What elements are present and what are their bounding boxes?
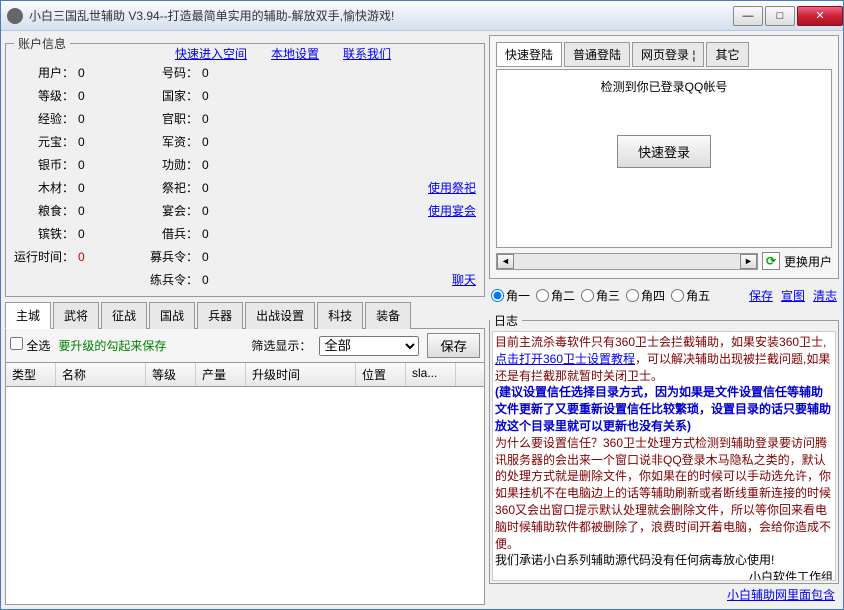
account-panel: 账户信息 快速进入空间 本地设置 联系我们 用户：0 等级：0 经验：0 元宝：0 银币…	[5, 35, 485, 297]
corner-radio[interactable]: 角一	[491, 287, 530, 304]
main-tab[interactable]: 征战	[101, 302, 147, 329]
table-header: 类型名称等级产量升级时间位置sla...	[5, 363, 485, 387]
account-row: 木材：0	[14, 179, 108, 196]
main-tab[interactable]: 装备	[365, 302, 411, 329]
main-tab[interactable]: 兵器	[197, 302, 243, 329]
minimize-button[interactable]: —	[733, 6, 763, 26]
app-window: 小白三国乱世辅助 V3.94--打造最简单实用的辅助-解放双手,愉快游戏! — …	[0, 0, 844, 610]
save-button[interactable]: 保存	[427, 333, 480, 358]
titlebar[interactable]: 小白三国乱世辅助 V3.94--打造最简单实用的辅助-解放双手,愉快游戏! — …	[1, 1, 843, 31]
log-legend: 日志	[490, 312, 522, 329]
account-link[interactable]: 使用祭祀	[428, 179, 476, 196]
close-button[interactable]: ✕	[797, 6, 843, 26]
account-row: 号码：0	[138, 64, 476, 81]
table-header-cell[interactable]: 位置	[356, 363, 406, 386]
main-tabs: 主城武将征战国战兵器出战设置科技装备	[5, 301, 485, 329]
filter-label: 筛选显示：	[251, 337, 311, 354]
main-tab[interactable]: 出战设置	[245, 302, 315, 329]
account-row: 宴会：0使用宴会	[138, 202, 476, 219]
account-row: 祭祀：0使用祭祀	[138, 179, 476, 196]
app-icon	[7, 8, 23, 24]
login-tab[interactable]: 普通登陆	[564, 42, 630, 67]
account-row: 用户：0	[14, 64, 108, 81]
log-body[interactable]: 目前主流杀毒软件只有360卫士会拦截辅助，如果安装360卫士,点击打开360卫士…	[492, 331, 836, 581]
login-panel: 快速登陆普通登陆网页登录 ¦其它 检测到你已登录QQ帐号 快速登录 ◄ ► ⟳ …	[489, 35, 839, 279]
log-advice: (建议设置信任选择目录方式，因为如果是文件设置信任等辅助文件更新了又要重新设置信…	[495, 385, 831, 433]
bottom-link[interactable]: 小白辅助网里面包含	[727, 588, 835, 602]
link-local-settings[interactable]: 本地设置	[271, 45, 319, 62]
account-row: 粮食：0	[14, 202, 108, 219]
table-header-cell[interactable]: 等级	[146, 363, 196, 386]
account-row: 银币：0	[14, 156, 108, 173]
main-tab[interactable]: 主城	[5, 302, 51, 329]
account-row: 国家：0	[138, 87, 476, 104]
account-row: 镔铁：0	[14, 225, 108, 242]
table-header-cell[interactable]: 产量	[196, 363, 246, 386]
account-legend: 账户信息	[14, 35, 70, 52]
corner-radio[interactable]: 角四	[626, 287, 665, 304]
link-360-tutorial[interactable]: 点击打开360卫士设置教程	[495, 352, 635, 366]
refresh-icon[interactable]: ⟳	[762, 252, 780, 270]
account-link[interactable]: 聊天	[452, 271, 476, 288]
account-row: 练兵令：0聊天	[138, 271, 476, 288]
switch-user-link[interactable]: 更换用户	[784, 253, 832, 270]
account-row: 运行时间：0	[14, 248, 108, 265]
corner-link[interactable]: 保存	[749, 287, 773, 304]
corner-radio[interactable]: 角三	[581, 287, 620, 304]
account-row: 军资：0	[138, 133, 476, 150]
table-header-cell[interactable]: 类型	[6, 363, 56, 386]
table-body[interactable]	[5, 387, 485, 605]
account-row: 募兵令：0	[138, 248, 476, 265]
filter-select[interactable]: 全部	[319, 336, 419, 356]
scroll-left-icon[interactable]: ◄	[497, 254, 514, 269]
login-tabs: 快速登陆普通登陆网页登录 ¦其它	[494, 40, 834, 69]
login-detect-text: 检测到你已登录QQ帐号	[601, 78, 728, 95]
quick-login-button[interactable]: 快速登录	[617, 135, 711, 168]
maximize-button[interactable]: □	[765, 6, 795, 26]
log-promise: 我们承诺小白系列辅助源代码没有任何病毒放心使用!	[495, 553, 774, 567]
corner-link[interactable]: 清志	[813, 287, 837, 304]
main-tabs-panel: 主城武将征战国战兵器出战设置科技装备 全选 要升级的勾起来保存 筛选显示： 全部…	[5, 301, 485, 605]
table-header-cell[interactable]: 名称	[56, 363, 146, 386]
log-signature: 小白软件工作组	[495, 569, 833, 581]
upgrade-hint: 要升级的勾起来保存	[58, 337, 166, 354]
account-row: 等级：0	[14, 87, 108, 104]
account-row: 功勋：0	[138, 156, 476, 173]
account-link[interactable]: 使用宴会	[428, 202, 476, 219]
login-body: 检测到你已登录QQ帐号 快速登录	[496, 69, 832, 248]
scroll-right-icon[interactable]: ►	[740, 254, 757, 269]
account-row: 借兵：0	[138, 225, 476, 242]
window-title: 小白三国乱世辅助 V3.94--打造最简单实用的辅助-解放双手,愉快游戏!	[29, 7, 731, 24]
account-row: 经验：0	[14, 110, 108, 127]
main-tab[interactable]: 科技	[317, 302, 363, 329]
select-all-checkbox[interactable]: 全选	[10, 337, 50, 354]
corner-radio[interactable]: 角二	[536, 287, 575, 304]
link-quickspace[interactable]: 快速进入空间	[175, 45, 247, 62]
login-tab[interactable]: 快速登陆	[496, 42, 562, 67]
corner-radio[interactable]: 角五	[671, 287, 710, 304]
link-contact[interactable]: 联系我们	[343, 45, 391, 62]
main-tab[interactable]: 武将	[53, 302, 99, 329]
corner-link[interactable]: 宣图	[781, 287, 805, 304]
account-row: 元宝：0	[14, 133, 108, 150]
corners-row: 角一 角二 角三 角四 角五 保存宣图清志	[489, 283, 839, 308]
log-panel: 日志 目前主流杀毒软件只有360卫士会拦截辅助，如果安装360卫士,点击打开36…	[489, 312, 839, 605]
account-row: 官职：0	[138, 110, 476, 127]
table-header-cell[interactable]: 升级时间	[246, 363, 356, 386]
login-scrollbar[interactable]: ◄ ►	[496, 253, 758, 270]
login-tab[interactable]: 网页登录 ¦	[632, 42, 704, 67]
main-tab[interactable]: 国战	[149, 302, 195, 329]
filter-toolbar: 全选 要升级的勾起来保存 筛选显示： 全部 保存	[5, 329, 485, 363]
log-why: 为什么要设置信任？360卫士处理方式检测到辅助登录要访问腾讯服务器的会出来一个窗…	[495, 436, 831, 551]
login-tab[interactable]: 其它	[706, 42, 748, 67]
table-header-cell[interactable]: sla...	[406, 363, 456, 386]
